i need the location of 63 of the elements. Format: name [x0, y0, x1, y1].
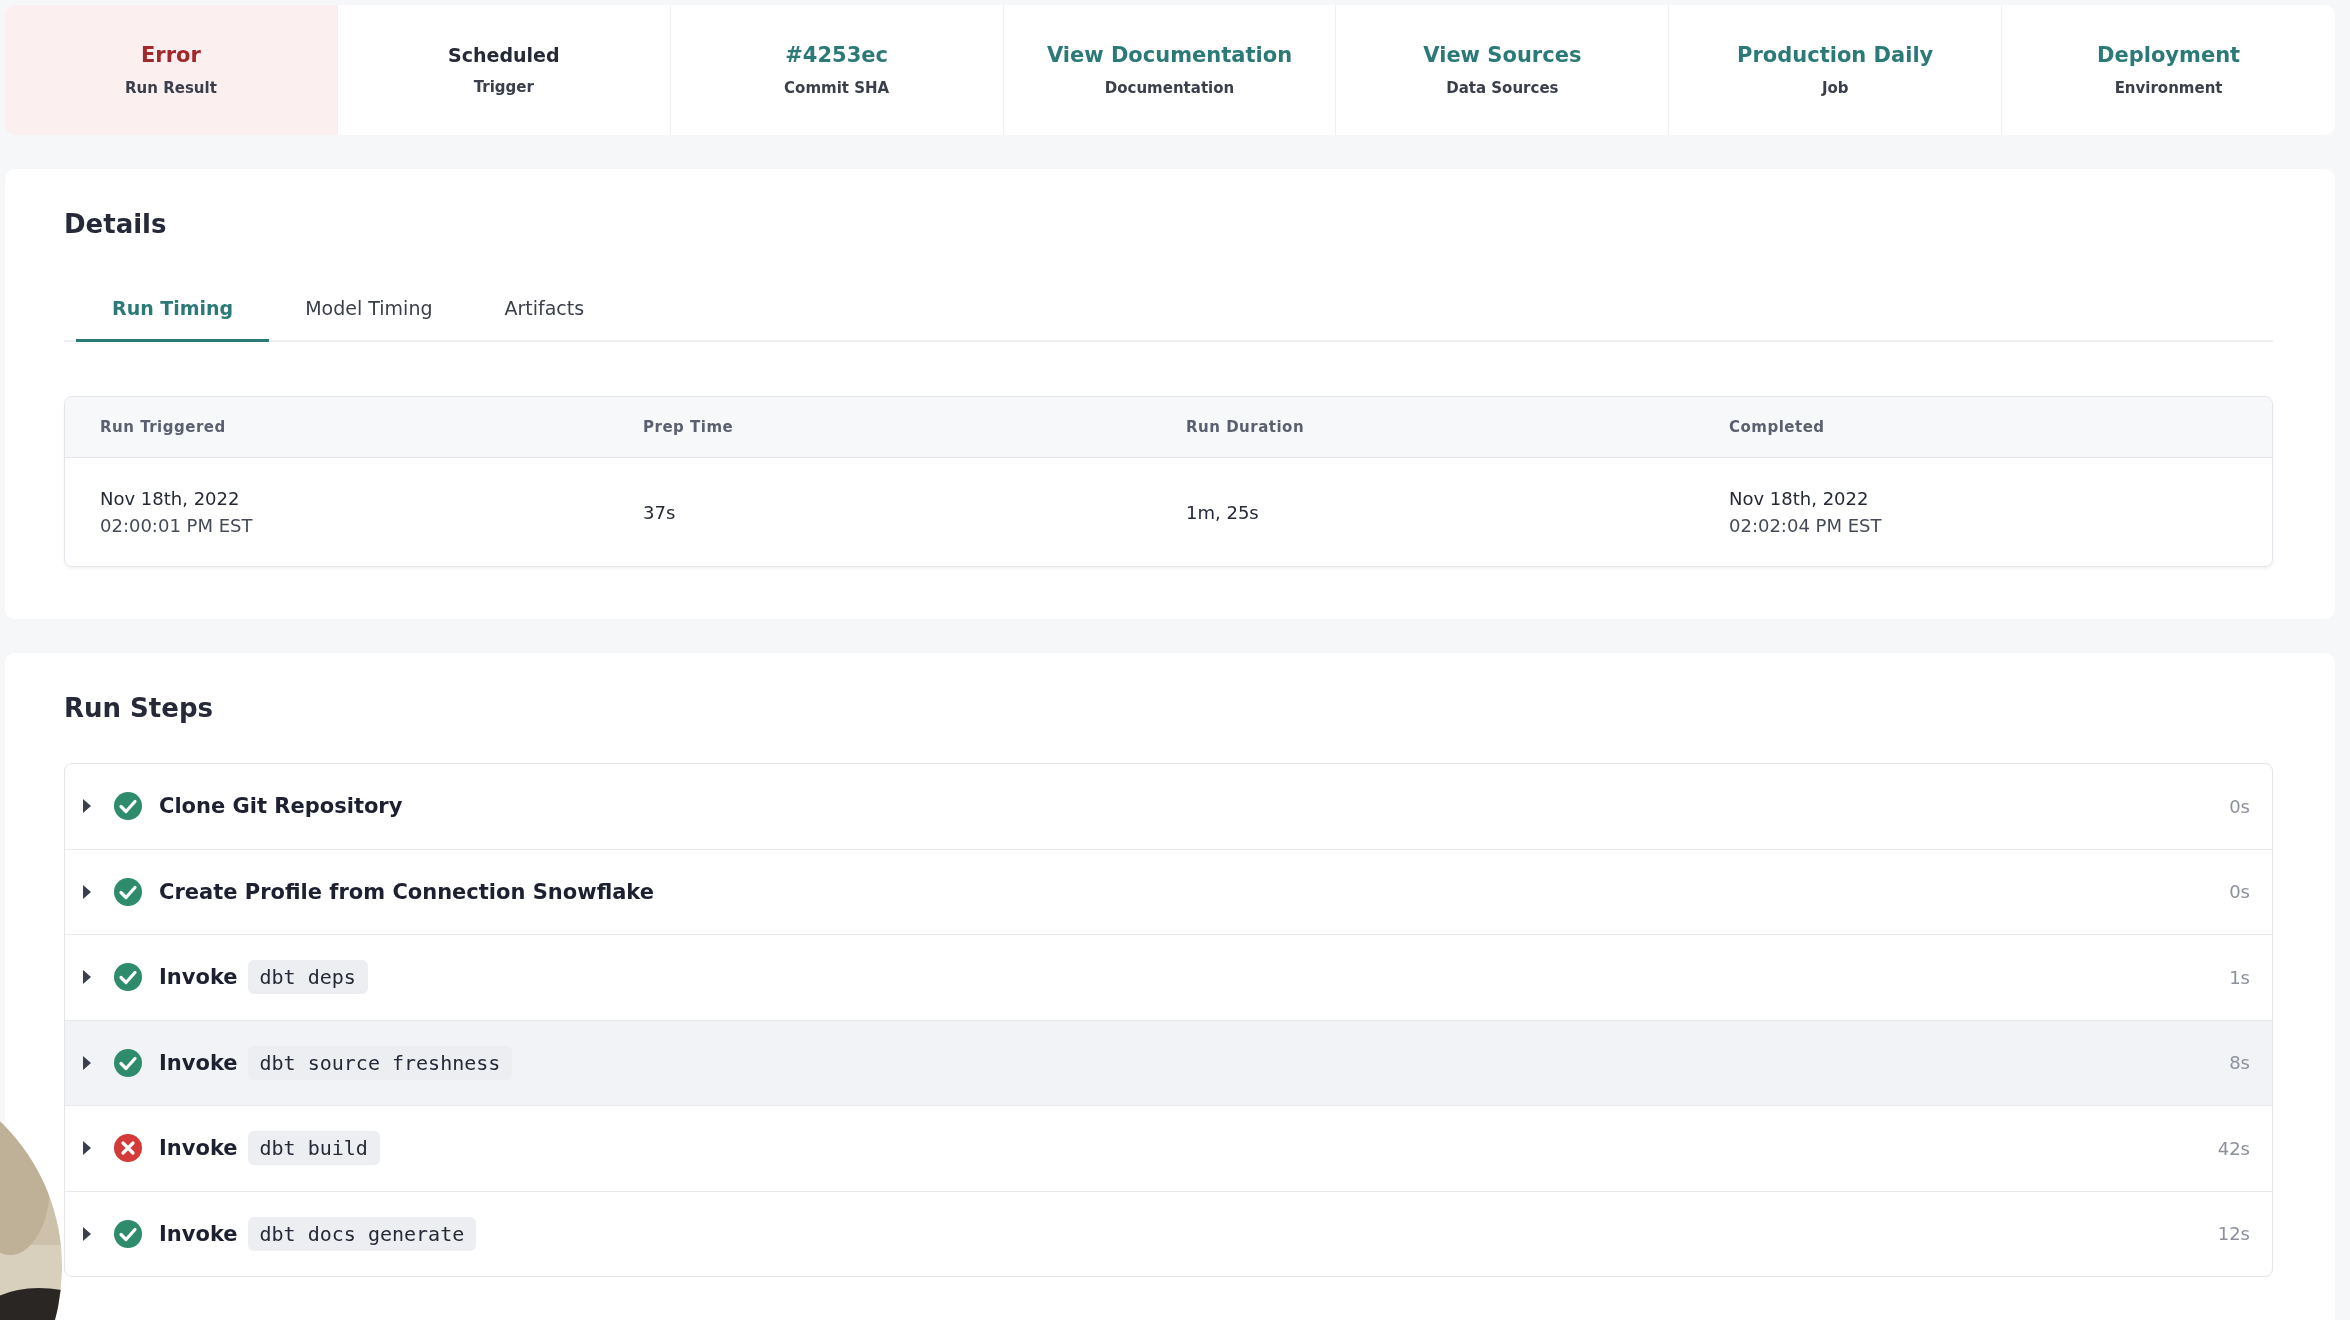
table-cell-text: Nov 18th, 2022 — [1729, 488, 1870, 509]
check-circle-icon — [113, 1218, 143, 1249]
error-circle-icon — [113, 1133, 143, 1164]
step-label: Create Profile from Connection Snowflake — [159, 879, 655, 904]
step-label: Invoke — [159, 965, 238, 990]
summary-value: Error — [141, 43, 201, 67]
step-row[interactable]: Clone Git Repository 0s — [65, 764, 2272, 850]
step-duration: 0s — [2229, 881, 2250, 903]
summary-label: Trigger — [473, 78, 534, 96]
column-header: Completed — [1729, 418, 1826, 436]
step-duration: 0s — [2229, 795, 2250, 817]
tab[interactable]: Artifacts — [468, 279, 621, 342]
table-cell-text: 02:02:04 PM EST — [1729, 515, 1883, 536]
expand-caret-icon[interactable] — [81, 968, 93, 987]
command-chip: dbt build — [247, 1131, 380, 1166]
step-duration: 42s — [2217, 1137, 2250, 1159]
check-circle-icon — [113, 876, 143, 907]
step-duration: 1s — [2229, 966, 2250, 988]
summary-link[interactable]: View Sources — [1423, 43, 1582, 67]
step-duration: 8s — [2229, 1052, 2250, 1074]
expand-caret-icon[interactable] — [81, 797, 93, 816]
expand-caret-icon[interactable] — [81, 1053, 93, 1072]
expand-caret-icon[interactable] — [81, 1139, 93, 1158]
tab[interactable]: Run Timing — [76, 279, 270, 342]
expand-caret-icon[interactable] — [81, 1224, 93, 1243]
command-chip: dbt docs generate — [247, 1216, 477, 1251]
summary-value: Scheduled — [448, 44, 560, 66]
expand-caret-icon[interactable] — [81, 882, 93, 901]
table-cell-text: 37s — [643, 501, 677, 523]
table-cell-text: Nov 18th, 2022 — [100, 488, 241, 509]
tab[interactable]: Model Timing — [269, 279, 469, 342]
step-row[interactable]: Invoke dbt build 42s — [65, 1106, 2272, 1192]
column-header: Run Triggered — [100, 418, 227, 436]
check-circle-icon — [113, 962, 143, 993]
summary-link[interactable]: Deployment — [2097, 43, 2241, 67]
step-label: Clone Git Repository — [159, 794, 403, 819]
summary-label: Data Sources — [1446, 79, 1559, 97]
step-row[interactable]: Invoke dbt docs generate 12s — [65, 1191, 2272, 1276]
step-duration: 12s — [2217, 1223, 2250, 1245]
step-row[interactable]: Invoke dbt source freshness 8s — [65, 1020, 2272, 1106]
command-chip: dbt deps — [247, 960, 368, 995]
summary-link[interactable]: Production Daily — [1737, 43, 1934, 67]
step-label: Invoke — [159, 1050, 238, 1075]
section-title: Run Steps — [64, 693, 214, 723]
summary-label: Documentation — [1104, 79, 1235, 97]
check-circle-icon — [113, 1047, 143, 1078]
column-header: Prep Time — [643, 418, 735, 436]
section-title: Details — [64, 209, 168, 239]
step-label: Invoke — [159, 1136, 238, 1161]
step-row[interactable]: Create Profile from Connection Snowflake 0s — [65, 849, 2272, 935]
summary-label: Job — [1821, 79, 1849, 97]
summary-link[interactable]: #4253ec — [785, 43, 888, 67]
summary-label: Commit SHA — [784, 79, 890, 97]
table-cell-text: 02:00:01 PM EST — [100, 515, 254, 536]
summary-link[interactable]: View Documentation — [1046, 43, 1293, 67]
column-header: Run Duration — [1186, 418, 1306, 436]
step-label: Invoke — [159, 1221, 238, 1246]
check-circle-icon — [113, 791, 143, 822]
table-cell-text: 1m, 25s — [1186, 501, 1260, 523]
command-chip: dbt source freshness — [247, 1045, 513, 1080]
step-row[interactable]: Invoke dbt deps 1s — [65, 935, 2272, 1021]
summary-label: Run Result — [125, 79, 217, 97]
summary-label: Environment — [2114, 79, 2223, 97]
